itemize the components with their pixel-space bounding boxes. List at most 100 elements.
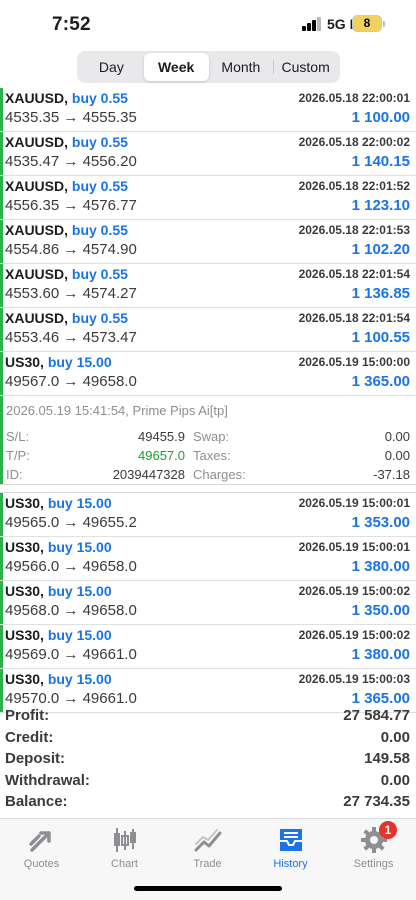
deal-symbol: XAUUSD, buy 0.55 — [5, 178, 128, 194]
tab-settings-label: Settings — [353, 858, 394, 870]
open-price: 4553.60 — [5, 285, 60, 302]
open-price: 4553.46 — [5, 329, 60, 346]
side-label: buy 0.55 — [71, 266, 128, 282]
summary-label: Balance: — [5, 793, 68, 811]
trend-line-icon — [194, 829, 221, 852]
close-price: 4573.47 — [82, 329, 137, 346]
tab-week[interactable]: Week — [143, 53, 209, 81]
deal-row[interactable]: US30, buy 15.00 2026.05.19 15:00:00 49567.… — [0, 352, 416, 396]
deal-row[interactable]: XAUUSD, buy 0.55 2026.05.18 22:00:02 4535.… — [0, 132, 416, 176]
symbol-label: US30, — [5, 627, 44, 643]
symbol-label: XAUUSD, — [5, 222, 69, 238]
sl-value: 49455.9 — [138, 429, 185, 444]
deal-prices: 49569.0 → 49661.0 — [5, 646, 137, 663]
arrow-icon: → — [63, 558, 79, 575]
deal-symbol: US30, buy 15.00 — [5, 539, 112, 555]
deal-row[interactable]: XAUUSD, buy 0.55 2026.05.18 22:01:52 4556.… — [0, 176, 416, 220]
summary-value: 27 584.77 — [343, 707, 410, 724]
arrow-icon: → — [63, 197, 79, 214]
summary-row: Balance: 27 734.35 — [0, 792, 416, 814]
symbol-label: XAUUSD, — [5, 90, 69, 106]
deal-profit: 1 365.00 — [351, 690, 410, 707]
arrow-icon: → — [63, 329, 79, 346]
deal-time: 2026.05.19 15:00:01 — [298, 540, 410, 554]
section-gap — [0, 485, 416, 493]
swap-label: Swap: — [193, 429, 230, 444]
close-price: 49661.0 — [82, 646, 137, 663]
tab-history[interactable]: History — [249, 825, 332, 870]
close-price: 49658.0 — [82, 373, 137, 390]
side-label: buy 0.55 — [71, 134, 128, 150]
symbol-label: US30, — [5, 671, 44, 687]
summary-value: 149.58 — [364, 750, 410, 768]
period-segmented-control: Day Week Month Custom — [77, 51, 340, 83]
deal-row[interactable]: US30, buy 15.00 2026.05.19 15:00:02 49569.… — [0, 625, 416, 669]
deal-row[interactable]: XAUUSD, buy 0.55 2026.05.18 22:01:53 4554.… — [0, 220, 416, 264]
deal-symbol: XAUUSD, buy 0.55 — [5, 310, 128, 326]
open-price: 49570.0 — [5, 690, 60, 707]
deal-prices: 49567.0 → 49658.0 — [5, 373, 137, 390]
arrow-icon: → — [63, 241, 79, 258]
deal-prices: 49570.0 → 49661.0 — [5, 690, 137, 707]
arrow-icon: → — [63, 602, 79, 619]
tab-chart[interactable]: Chart — [83, 825, 166, 870]
close-price: 49658.0 — [82, 602, 137, 619]
details-header: 2026.05.19 15:41:54, Prime Pips Ai[tp] — [6, 403, 228, 418]
charges-label: Charges: — [193, 467, 246, 482]
deal-prices: 4553.60 → 4574.27 — [5, 285, 137, 302]
deal-prices: 49565.0 → 49655.2 — [5, 514, 137, 531]
charges-value: -37.18 — [373, 467, 410, 482]
deal-row[interactable]: US30, buy 15.00 2026.05.19 15:00:02 49568.… — [0, 581, 416, 625]
deals-list: XAUUSD, buy 0.55 2026.05.18 22:00:01 4535.… — [0, 88, 416, 713]
tab-day[interactable]: Day — [79, 53, 144, 81]
deal-time: 2026.05.19 15:00:03 — [298, 672, 410, 686]
tab-history-label: History — [273, 858, 308, 870]
summary-row: Profit: 27 584.77 — [0, 706, 416, 728]
deal-details[interactable]: 2026.05.19 15:41:54, Prime Pips Ai[tp] S… — [0, 396, 416, 485]
summary-value: 0.00 — [380, 728, 410, 746]
id-label: ID: — [6, 467, 23, 482]
deal-profit: 1 380.00 — [351, 558, 410, 575]
deal-profit: 1 365.00 — [351, 373, 410, 390]
candlestick-icon — [113, 828, 136, 852]
deal-profit: 1 136.85 — [351, 285, 410, 302]
tab-month[interactable]: Month — [209, 53, 274, 81]
arrow-icon: → — [63, 373, 79, 390]
symbol-label: US30, — [5, 583, 44, 599]
summary-row: Credit: 0.00 — [0, 728, 416, 750]
tab-quotes[interactable]: Quotes — [0, 825, 83, 870]
close-price: 4574.27 — [82, 285, 137, 302]
close-price: 4556.20 — [82, 153, 137, 170]
taxes-label: Taxes: — [193, 448, 231, 463]
account-summary: Profit: 27 584.77 Credit: 0.00 Deposit: 149.5… — [0, 706, 416, 814]
tab-settings[interactable]: 1 Settings — [332, 821, 415, 870]
tab-custom[interactable]: Custom — [273, 53, 338, 81]
deal-time: 2026.05.18 22:00:02 — [298, 135, 410, 149]
deal-row[interactable]: XAUUSD, buy 0.55 2026.05.18 22:00:01 4535.… — [0, 88, 416, 132]
open-price: 4535.47 — [5, 153, 60, 170]
side-label: buy 15.00 — [47, 671, 112, 687]
deal-prices: 4556.35 → 4576.77 — [5, 197, 137, 214]
deal-prices: 49566.0 → 49658.0 — [5, 558, 137, 575]
deal-row[interactable]: US30, buy 15.00 2026.05.19 15:00:01 49566.… — [0, 537, 416, 581]
side-label: buy 0.55 — [71, 310, 128, 326]
settings-badge: 1 — [379, 821, 397, 839]
close-price: 4576.77 — [82, 197, 137, 214]
deal-profit: 1 123.10 — [351, 197, 410, 214]
summary-label: Deposit: — [5, 750, 65, 768]
deal-row[interactable]: XAUUSD, buy 0.55 2026.05.18 22:01:54 4553.… — [0, 308, 416, 352]
deal-profit: 1 140.15 — [351, 153, 410, 170]
deal-symbol: US30, buy 15.00 — [5, 354, 112, 370]
deal-row[interactable]: US30, buy 15.00 2026.05.19 15:00:01 49565.… — [0, 493, 416, 537]
deal-row[interactable]: XAUUSD, buy 0.55 2026.05.18 22:01:54 4553.… — [0, 264, 416, 308]
close-price: 4574.90 — [82, 241, 137, 258]
battery-icon: 8 — [352, 15, 385, 32]
deal-profit: 1 353.00 — [351, 514, 410, 531]
signal-icon — [302, 17, 322, 31]
deal-time: 2026.05.18 22:01:52 — [298, 179, 410, 193]
swap-value: 0.00 — [384, 429, 410, 444]
arrows-up-icon — [28, 831, 51, 852]
deal-time: 2026.05.19 15:00:02 — [298, 628, 410, 642]
tab-trade[interactable]: Trade — [166, 825, 249, 870]
symbol-label: XAUUSD, — [5, 310, 69, 326]
